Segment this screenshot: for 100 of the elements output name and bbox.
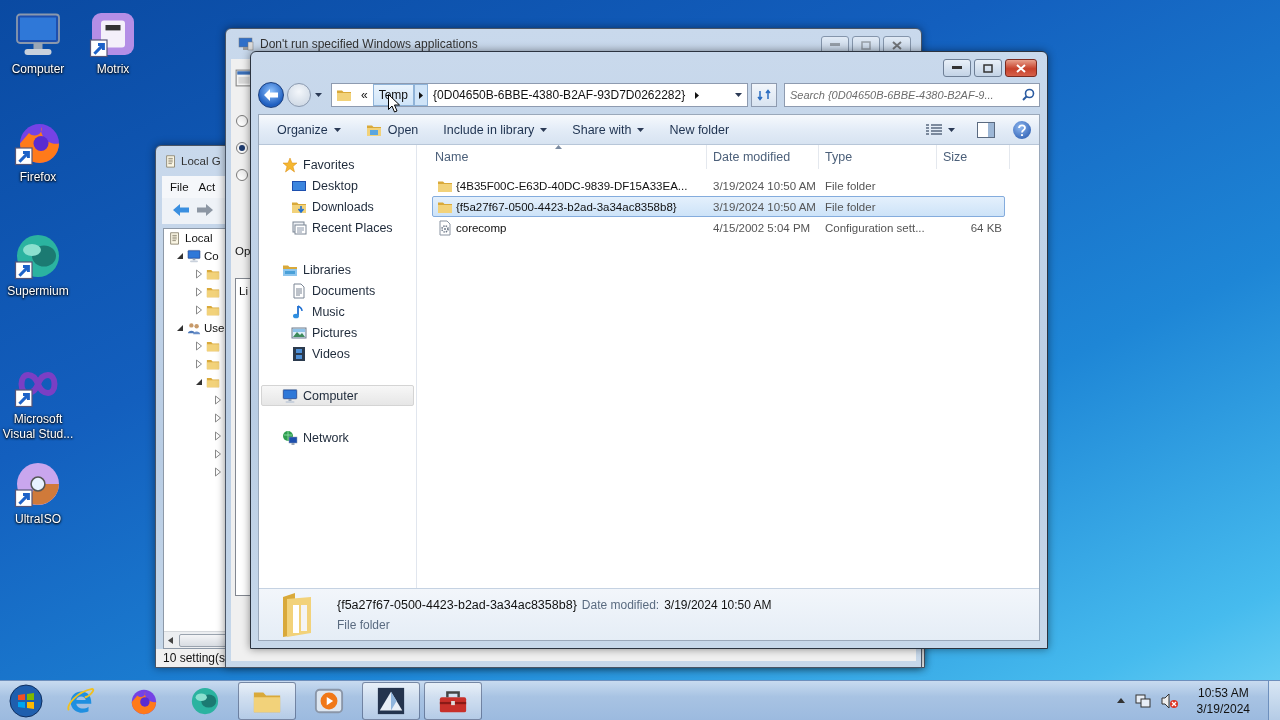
desktop-shortcut[interactable]: Motrix — [75, 10, 151, 77]
taskbar-button[interactable] — [362, 681, 420, 720]
radio-button[interactable] — [236, 142, 248, 154]
menu-item[interactable]: File — [170, 181, 189, 193]
file-row[interactable]: {f5a27f67-0500-4423-b2ad-3a34ac8358b8} 3/19/2024 10:50 AM File folder — [432, 196, 1005, 217]
toolbar-button[interactable]: New folder — [661, 118, 738, 141]
menu-item[interactable]: Act — [198, 181, 216, 193]
document-icon — [291, 282, 307, 299]
expand-arrow-icon[interactable] — [214, 467, 222, 477]
expand-arrow-icon[interactable] — [195, 287, 203, 297]
caret-icon — [314, 93, 322, 97]
nav-item[interactable]: Recent Places — [261, 217, 414, 238]
desktop-shortcut[interactable]: UltraISO — [0, 460, 76, 527]
collapse-arrow-icon[interactable] — [176, 323, 184, 333]
network-icon[interactable] — [1134, 692, 1151, 709]
muted-speaker-icon[interactable] — [1160, 692, 1179, 709]
arrow-left-icon — [172, 202, 190, 217]
expand-arrow-icon[interactable] — [195, 341, 203, 351]
expand-arrow-icon[interactable] — [214, 431, 222, 441]
back-button[interactable] — [258, 82, 284, 108]
breadcrumb-overflow[interactable]: « — [356, 84, 373, 106]
file-row[interactable]: {4B35F00C-E63D-40DC-9839-DF15A33EA... 3/19/2024 10:50 AM File folder — [432, 175, 1005, 196]
radio-button[interactable] — [236, 115, 248, 127]
sphere-icon — [190, 685, 220, 716]
minimize-icon — [952, 66, 962, 70]
close-icon — [1016, 63, 1026, 73]
nav-item[interactable]: Favorites — [261, 154, 414, 175]
nav-item[interactable]: Videos — [261, 343, 414, 364]
maximize-button[interactable] — [974, 59, 1002, 77]
nav-item[interactable]: Pictures — [261, 322, 414, 343]
nav-item[interactable]: Downloads — [261, 196, 414, 217]
desktop-shortcut[interactable]: Firefox — [0, 118, 76, 185]
list-view-icon — [926, 123, 942, 136]
folder-icon — [206, 375, 220, 389]
toolbar-button[interactable]: Organize — [269, 118, 349, 141]
column-header[interactable]: Date modified — [707, 145, 819, 169]
collapse-arrow-icon[interactable] — [195, 377, 203, 387]
nav-item[interactable]: Documents — [261, 280, 414, 301]
collapse-arrow-icon[interactable] — [176, 251, 184, 261]
search-field[interactable]: Search {0D04650B-6BBE-4380-B2AF-9... — [784, 83, 1040, 107]
film-icon — [291, 345, 307, 362]
close-button[interactable] — [1005, 59, 1037, 77]
refresh-button[interactable] — [751, 83, 777, 107]
tree-item[interactable]: Co — [204, 250, 219, 262]
show-desktop-button[interactable] — [1268, 680, 1280, 720]
scroll-left-icon[interactable] — [168, 636, 173, 644]
expand-arrow-icon[interactable] — [195, 359, 203, 369]
policy-icon — [164, 154, 178, 168]
nav-item[interactable]: Computer — [261, 385, 414, 406]
close-icon — [892, 40, 902, 50]
toolbar-button[interactable]: Open — [357, 117, 427, 142]
nav-item[interactable]: Network — [261, 427, 414, 448]
file-row[interactable]: corecomp 4/15/2002 5:04 PM Configuration sett... 64 KB — [432, 217, 1005, 238]
file-name: {f5a27f67-0500-4423-b2ad-3a34ac8358b8} — [456, 200, 677, 213]
desktop-shortcut[interactable]: Computer — [0, 10, 76, 77]
desktop-shortcut[interactable]: Supermium — [0, 232, 76, 299]
column-header[interactable]: Type — [819, 145, 937, 169]
help-button[interactable] — [1013, 120, 1031, 139]
file-type: File folder — [337, 617, 391, 632]
toolbar-button[interactable]: Share with — [564, 118, 653, 141]
tree-item[interactable]: Use — [204, 322, 225, 334]
expand-arrow-icon[interactable] — [195, 269, 203, 279]
chevron-right-icon — [419, 91, 424, 99]
folder-icon — [206, 267, 220, 281]
folder-icon — [206, 303, 220, 317]
chevron-up-icon[interactable] — [1116, 698, 1125, 703]
file-name: {4B35F00C-E63D-40DC-9839-DF15A33EA... — [456, 179, 688, 192]
column-header[interactable]: Size — [937, 145, 1010, 169]
breadcrumb[interactable]: {0D04650B-6BBE-4380-B2AF-93D7D0262282} — [428, 84, 691, 106]
expand-arrow-icon[interactable] — [214, 449, 222, 459]
nav-item[interactable]: Desktop — [261, 175, 414, 196]
column-header[interactable]: Name — [417, 145, 707, 169]
question-mark-icon — [1017, 123, 1027, 136]
size-cell-text: 64 KB — [969, 221, 1003, 234]
expand-arrow-icon[interactable] — [195, 305, 203, 315]
policy-icon — [168, 231, 182, 245]
network-icon — [282, 429, 298, 446]
nav-item[interactable]: Libraries — [261, 259, 414, 280]
star-icon — [282, 156, 298, 173]
minimize-button[interactable] — [943, 59, 971, 77]
nav-item[interactable]: Music — [261, 301, 414, 322]
taskbar-button[interactable] — [424, 681, 482, 720]
users-icon — [187, 321, 201, 335]
window-title: Don't run specified Windows applications — [260, 37, 478, 51]
computer-policy-icon — [238, 36, 254, 52]
clock[interactable]: 10:53 AM 3/19/2024 — [1188, 685, 1258, 716]
toolbar-button[interactable]: Include in library — [435, 118, 556, 141]
monitor-icon — [187, 249, 201, 263]
maximize-icon — [861, 40, 871, 50]
start-icon — [8, 682, 44, 719]
file-name: {f5a27f67-0500-4423-b2ad-3a34ac8358b8} — [337, 597, 577, 612]
type-cell-text: File folder — [824, 179, 877, 192]
folder-icon — [206, 285, 220, 299]
refresh-icon — [757, 89, 771, 101]
tree-item[interactable]: Local — [185, 232, 213, 244]
preview-pane-icon — [977, 121, 995, 138]
expand-arrow-icon[interactable] — [214, 413, 222, 423]
desktop-shortcut[interactable]: Microsoft Visual Stud... — [0, 360, 76, 442]
expand-arrow-icon[interactable] — [214, 395, 222, 405]
radio-button[interactable] — [236, 169, 248, 181]
